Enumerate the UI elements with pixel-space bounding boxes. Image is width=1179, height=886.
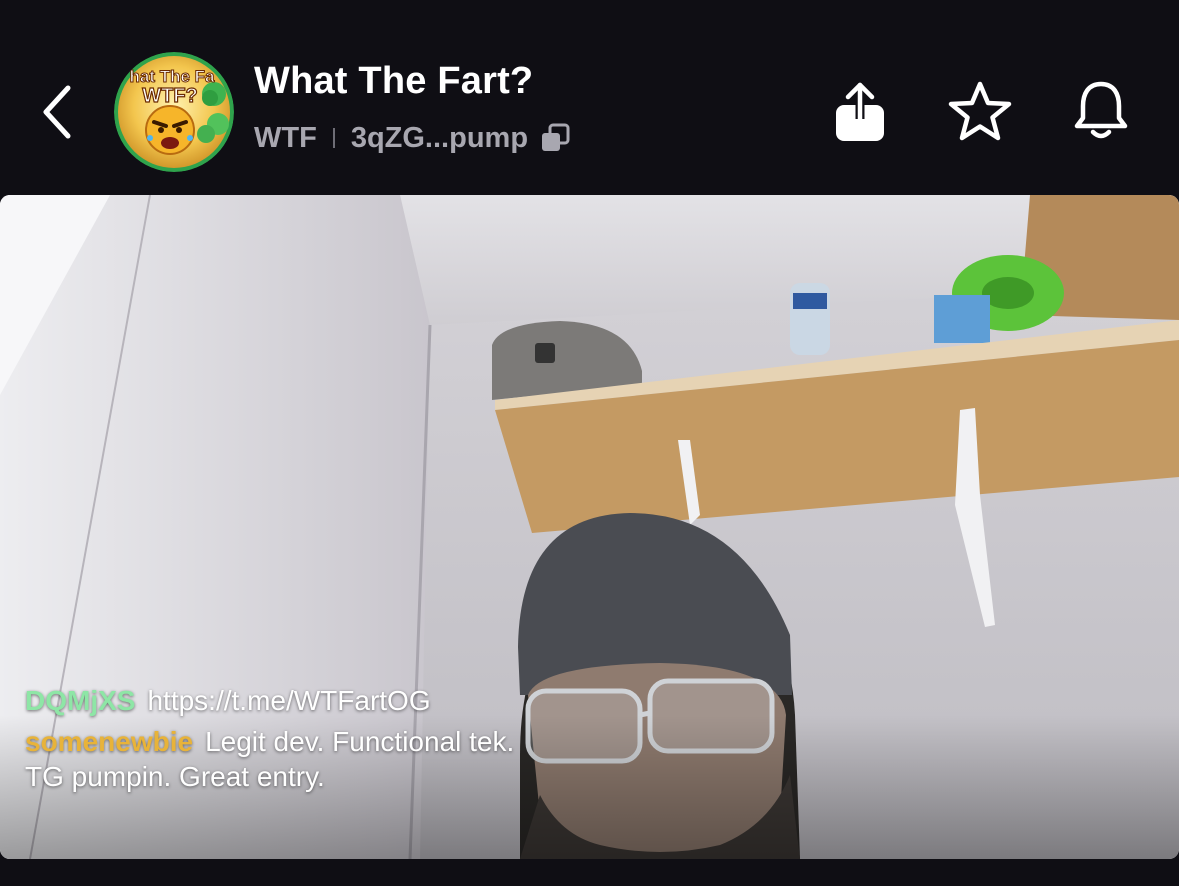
copy-icon: [542, 123, 570, 151]
back-button[interactable]: [28, 78, 88, 146]
share-button[interactable]: [824, 72, 896, 150]
token-address[interactable]: 3qZG...pump: [351, 122, 528, 155]
chat-message: DQMjXS https://t.me/WTFartOG: [25, 683, 545, 718]
chevron-left-icon: [43, 85, 71, 139]
avatar-banner-text: hat The Fa: [129, 67, 215, 86]
share-icon: [836, 82, 884, 141]
avatar-ticker-text: WTF?: [142, 85, 198, 107]
token-avatar: hat The Fa WTF?: [114, 52, 234, 172]
chat-username[interactable]: DQMjXS: [25, 685, 135, 716]
token-subtitle-row: WTF 3qZG...pump: [254, 118, 572, 158]
chat-message: somenewbie Legit dev. Functional tek. TG …: [25, 724, 545, 794]
token-ticker: WTF: [254, 121, 317, 154]
chat-username[interactable]: somenewbie: [25, 726, 193, 757]
divider: [332, 128, 335, 148]
token-title: What The Fart?: [254, 60, 534, 102]
favorite-button[interactable]: [944, 72, 1016, 150]
live-chat-overlay: DQMjXS https://t.me/WTFartOG somenewbie Le…: [25, 683, 545, 800]
star-icon: [948, 81, 1012, 141]
copy-address-button[interactable]: [538, 121, 572, 155]
bottom-spacer: [0, 859, 1179, 886]
chat-text[interactable]: https://t.me/WTFartOG: [147, 685, 430, 716]
notifications-button[interactable]: [1065, 72, 1137, 150]
bell-icon: [1074, 81, 1128, 139]
live-stream-video[interactable]: DQMjXS https://t.me/WTFartOG somenewbie Le…: [0, 195, 1179, 859]
header-bar: hat The Fa WTF? What The Fart? WTF 3qZG.…: [0, 0, 1179, 195]
app-root: hat The Fa WTF? What The Fart? WTF 3qZG.…: [0, 0, 1179, 886]
